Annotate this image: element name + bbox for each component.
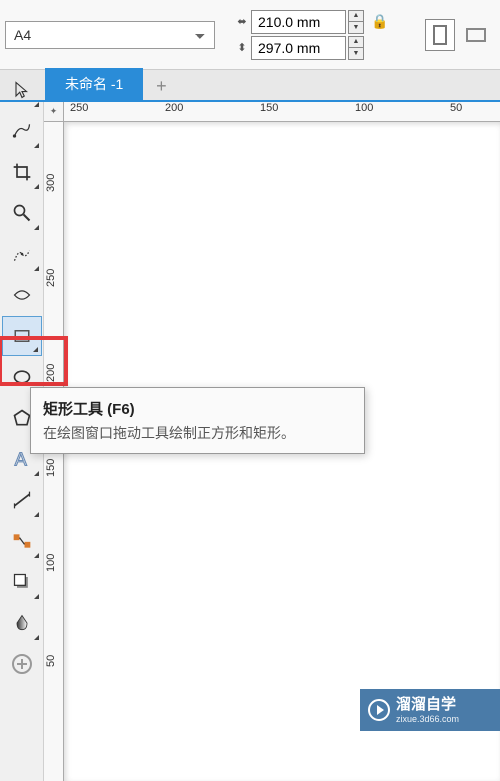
portrait-icon [433, 25, 447, 45]
ruler-label: 200 [165, 102, 183, 114]
spin-up-icon[interactable]: ▲ [349, 37, 363, 48]
height-icon: ⬍ [235, 41, 249, 55]
document-tab-active[interactable]: 未命名 -1 [45, 68, 143, 100]
artistic-media-tool[interactable] [2, 275, 42, 315]
spin-down-icon[interactable]: ▼ [349, 48, 363, 59]
ruler-label: 150 [45, 459, 57, 477]
watermark: 溜溜自学 zixue.3d66.com [360, 689, 500, 731]
tooltip-description: 在绘图窗口拖动工具绘制正方形和矩形。 [43, 423, 352, 443]
zoom-tool[interactable] [2, 193, 42, 233]
add-tab-button[interactable]: + [147, 72, 175, 100]
width-spinner[interactable]: ▲ ▼ [348, 10, 364, 34]
freehand-tool[interactable] [2, 234, 42, 274]
ruler-label: 200 [45, 364, 57, 382]
ruler-label: 100 [45, 554, 57, 572]
height-spinner[interactable]: ▲ ▼ [348, 36, 364, 60]
connector-tool[interactable] [2, 521, 42, 561]
dimension-tool[interactable] [2, 480, 42, 520]
ruler-label: 50 [450, 102, 462, 114]
watermark-url: zixue.3d66.com [396, 714, 459, 725]
svg-text:A: A [14, 448, 27, 469]
drop-shadow-tool[interactable] [2, 562, 42, 602]
ruler-label: 250 [45, 269, 57, 287]
watermark-name: 溜溜自学 [396, 696, 459, 714]
width-icon: ⬌ [235, 15, 249, 29]
landscape-icon [466, 28, 486, 42]
play-icon [368, 699, 390, 721]
ruler-corner-icon[interactable]: ✦ [44, 102, 64, 122]
transparency-tool[interactable] [2, 603, 42, 643]
ruler-label: 100 [355, 102, 373, 114]
width-input[interactable] [251, 10, 346, 34]
page-size-select[interactable]: A4 [5, 21, 215, 49]
add-tool[interactable] [2, 644, 42, 684]
spin-up-icon[interactable]: ▲ [349, 11, 363, 22]
height-input[interactable] [251, 36, 346, 60]
horizontal-ruler[interactable]: 250 200 150 100 50 [64, 102, 500, 122]
tool-tooltip: 矩形工具 (F6) 在绘图窗口拖动工具绘制正方形和矩形。 [30, 387, 365, 454]
ruler-label: 300 [45, 174, 57, 192]
ruler-label: 150 [260, 102, 278, 114]
pick-tool[interactable] [2, 70, 42, 110]
ruler-label: 50 [45, 655, 57, 667]
landscape-button[interactable] [461, 19, 491, 51]
spin-down-icon[interactable]: ▼ [349, 22, 363, 33]
lock-icon[interactable]: 🔒 [370, 13, 390, 30]
orientation-group [425, 19, 491, 51]
dimension-controls: ⬌ ▲ ▼ 🔒 ⬍ ▲ ▼ [235, 10, 390, 60]
shape-tool[interactable] [2, 111, 42, 151]
ruler-label: 250 [70, 102, 88, 114]
portrait-button[interactable] [425, 19, 455, 51]
crop-tool[interactable] [2, 152, 42, 192]
tooltip-title: 矩形工具 (F6) [43, 398, 352, 419]
document-tabs: 未命名 -1 + [0, 70, 500, 102]
property-bar: A4 ⬌ ▲ ▼ 🔒 ⬍ ▲ ▼ [0, 0, 500, 70]
rectangle-tool[interactable] [2, 316, 42, 356]
